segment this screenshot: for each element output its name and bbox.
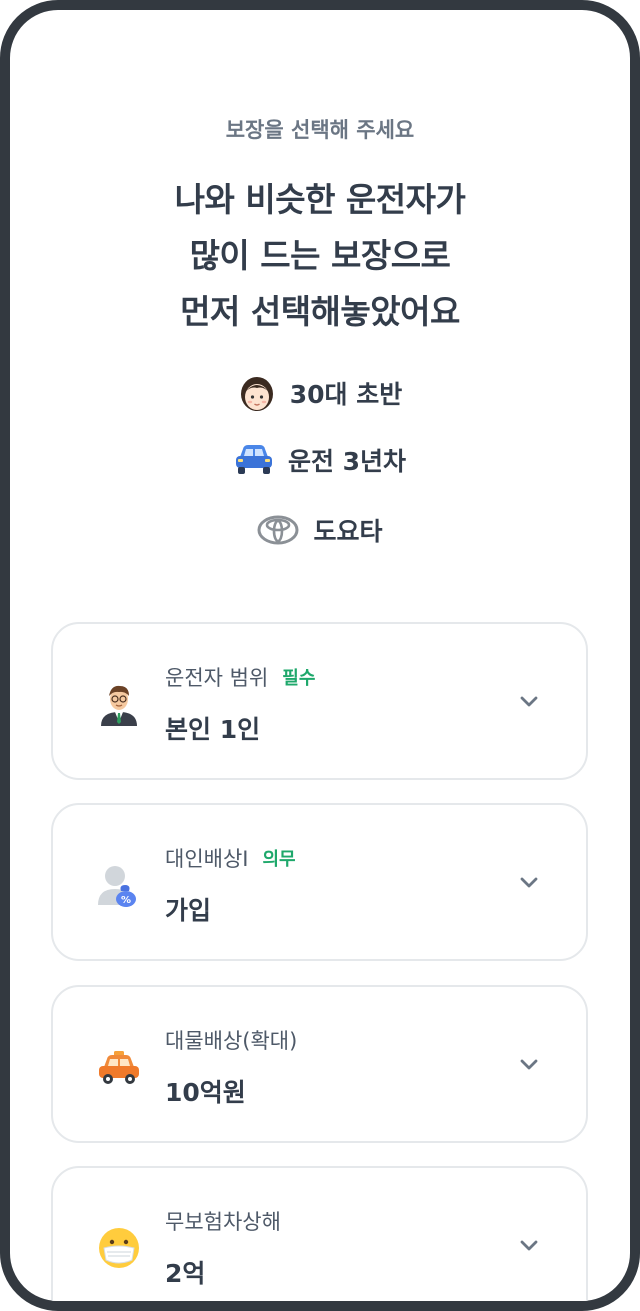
- chevron-down-icon[interactable]: [518, 690, 540, 712]
- title-line: 나와 비슷한 운전자가: [174, 180, 466, 219]
- title-line: 많이 드는 보장으로: [189, 236, 451, 275]
- chevron-down-icon[interactable]: [518, 1053, 540, 1075]
- coverage-label: 무보험차상해: [165, 1206, 281, 1236]
- chevron-down-icon[interactable]: [518, 1234, 540, 1256]
- profile-driving-text: 운전 3년차: [287, 447, 407, 476]
- coverage-label-text: 대인배상I: [165, 847, 249, 871]
- coverage-label-text: 운전자 범위: [165, 666, 269, 690]
- page-title: 나와 비슷한 운전자가 많이 드는 보장으로 먼저 선택해놓았어요: [10, 172, 630, 340]
- coverage-label: 운전자 범위 필수: [165, 662, 315, 692]
- coverage-card-uninsured-vehicle[interactable]: 무보험차상해 2억: [51, 1166, 588, 1301]
- profile-age: 30대 초반: [10, 374, 630, 412]
- coverage-value: 10억원: [165, 1078, 246, 1107]
- required-badge: 필수: [282, 668, 316, 689]
- profile-manufacturer: 도요타: [10, 512, 630, 548]
- coverage-value: 2억: [165, 1259, 206, 1288]
- coverage-card-bodily-injury[interactable]: % 대인배상I 의무 가입: [51, 803, 588, 961]
- coverage-label: 대물배상(확대): [165, 1025, 297, 1055]
- page-eyebrow: 보장을 선택해 주세요: [225, 118, 415, 142]
- toyota-logo-icon: [257, 515, 299, 545]
- businessman-icon: [101, 685, 137, 726]
- phone-frame: 보장을 선택해 주세요 나와 비슷한 운전자가 많이 드는 보장으로 먼저 선택…: [0, 0, 640, 1311]
- svg-text:%: %: [121, 895, 131, 906]
- coverage-card-property-damage[interactable]: 대물배상(확대) 10억원: [51, 985, 588, 1143]
- orange-taxi-icon: [99, 1051, 139, 1084]
- person-coin-icon: %: [98, 866, 136, 907]
- title-line: 먼저 선택해놓았어요: [180, 292, 460, 331]
- coverage-value: 본인 1인: [165, 715, 261, 744]
- coverage-label: 대인배상I 의무: [165, 843, 296, 873]
- profile-manufacturer-text: 도요타: [313, 517, 383, 546]
- woman-face-icon: [240, 377, 273, 411]
- profile-driving-years: 운전 3년차: [10, 442, 630, 478]
- profile-age-text: 30대 초반: [289, 380, 403, 409]
- coverage-value: 가입: [165, 896, 212, 925]
- mandatory-badge: 의무: [262, 849, 296, 870]
- mask-face-icon: [99, 1228, 139, 1268]
- chevron-down-icon[interactable]: [518, 871, 540, 893]
- coverage-label-text: 대물배상(확대): [165, 1029, 298, 1053]
- coverage-card-driver-range[interactable]: 운전자 범위 필수 본인 1인: [51, 622, 588, 780]
- blue-car-icon: [235, 445, 272, 474]
- coverage-label-text: 무보험차상해: [165, 1210, 281, 1234]
